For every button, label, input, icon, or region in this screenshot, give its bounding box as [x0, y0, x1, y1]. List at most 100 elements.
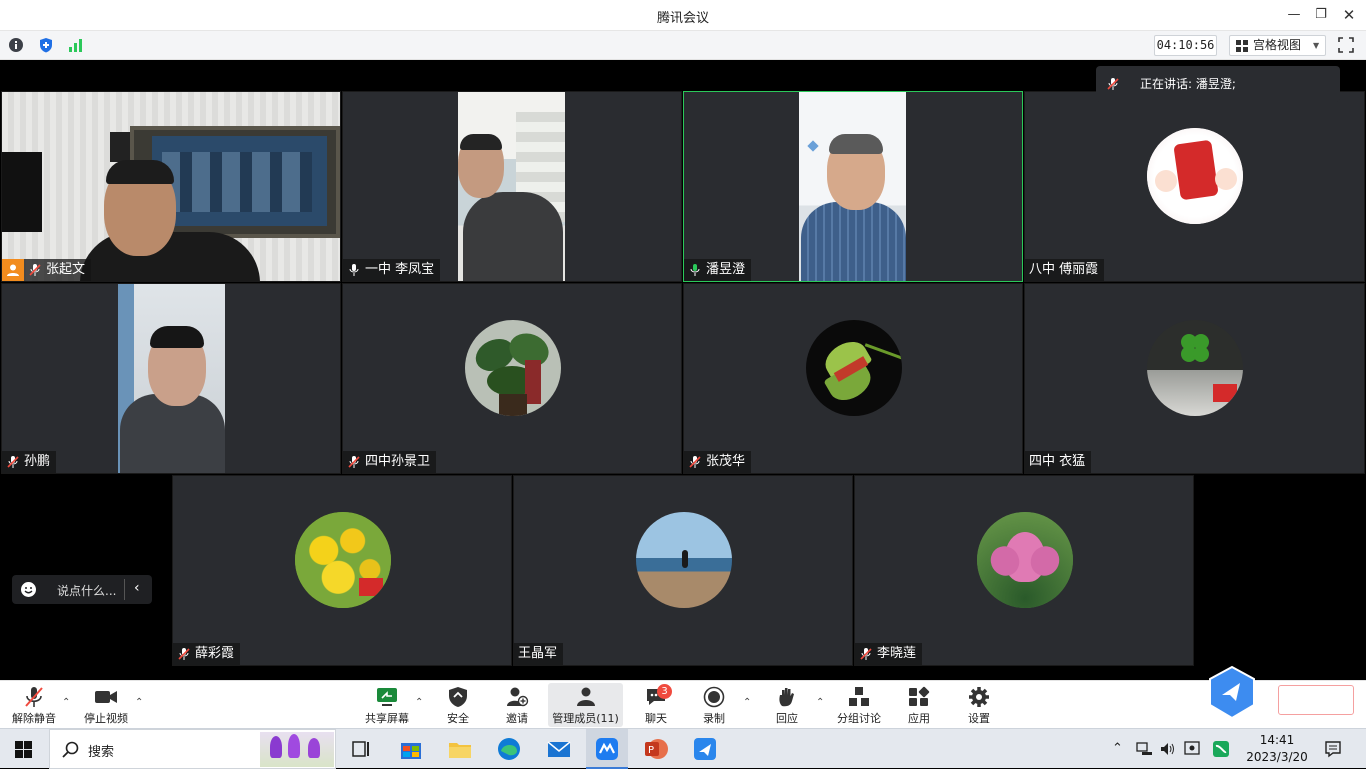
- participant-tile[interactable]: 张起文: [1, 91, 341, 282]
- mic-muted-icon: [178, 648, 190, 660]
- participant-name: 四中 衣猛: [1029, 454, 1086, 469]
- participant-tile[interactable]: 孙鹏: [1, 283, 341, 474]
- volume-icon[interactable]: [1160, 741, 1177, 757]
- participant-name-bar: 一中 李凤宝: [343, 259, 441, 281]
- mail-icon[interactable]: [545, 735, 573, 763]
- end-meeting-button[interactable]: [1278, 685, 1354, 715]
- breakout-button[interactable]: 分组讨论: [834, 683, 884, 727]
- manage-members-button[interactable]: 管理成员(11): [548, 683, 623, 727]
- participant-tile[interactable]: 四中孙景卫: [342, 283, 682, 474]
- fullscreen-icon[interactable]: [1338, 37, 1354, 53]
- chevron-left-icon[interactable]: ‹: [134, 580, 140, 596]
- view-selector[interactable]: 宫格视图 ▼: [1229, 35, 1326, 56]
- taskbar-clock[interactable]: 14:41 2023/3/20: [1244, 732, 1310, 766]
- tencent-bird-icon[interactable]: [1206, 665, 1258, 721]
- edge-browser-icon[interactable]: [495, 735, 523, 763]
- apps-button[interactable]: 应用: [899, 683, 939, 727]
- participant-avatar: [806, 320, 902, 416]
- search-placeholder: 搜索: [88, 745, 115, 760]
- minimize-button[interactable]: —: [1281, 4, 1307, 26]
- clock-time: 14:41: [1259, 733, 1295, 747]
- record-icon: [703, 686, 725, 708]
- taskbar-search[interactable]: 搜索: [49, 729, 336, 769]
- hand-icon: [779, 688, 794, 707]
- chevron-up-icon[interactable]: ⌃: [743, 697, 751, 708]
- react-button[interactable]: 回应: [767, 683, 807, 727]
- participant-tile[interactable]: 八中 傅丽霞: [1024, 91, 1365, 282]
- participant-tile[interactable]: 李晓莲: [854, 475, 1194, 666]
- participant-tile[interactable]: 四中 衣猛: [1024, 283, 1365, 474]
- network-icon[interactable]: [1136, 741, 1153, 757]
- signal-icon[interactable]: [68, 37, 84, 53]
- participant-avatar: [1147, 128, 1243, 224]
- unmute-button[interactable]: 解除静音: [8, 683, 60, 727]
- speaking-indicator: 正在讲话: 潘昱澄;: [1096, 66, 1340, 102]
- participant-tile[interactable]: 薛彩霞: [172, 475, 512, 666]
- participant-name: 孙鹏: [24, 454, 51, 469]
- search-icon: [62, 741, 79, 758]
- chevron-down-icon: ▼: [1313, 41, 1320, 50]
- participant-tile[interactable]: 王晶军: [513, 475, 853, 666]
- apps-icon: [909, 686, 930, 706]
- security-button[interactable]: 安全: [438, 683, 478, 727]
- store-icon[interactable]: [397, 735, 425, 763]
- shield-icon[interactable]: [38, 37, 54, 53]
- participant-tile[interactable]: 张茂华: [683, 283, 1023, 474]
- stop-video-button[interactable]: 停止视频: [80, 683, 132, 727]
- wps-icon[interactable]: [1212, 740, 1230, 758]
- chevron-up-icon[interactable]: ⌃: [1112, 741, 1123, 756]
- share-screen-button[interactable]: 共享屏幕: [362, 683, 412, 727]
- apps-label: 应用: [908, 712, 930, 725]
- record-button[interactable]: 录制: [694, 683, 734, 727]
- host-icon: [2, 259, 24, 281]
- info-icon[interactable]: [8, 37, 24, 53]
- emoji-icon[interactable]: [20, 581, 37, 598]
- close-button[interactable]: ✕: [1336, 4, 1362, 26]
- participant-name-bar: 八中 傅丽霞: [1025, 259, 1105, 281]
- unmute-label: 解除静音: [12, 712, 56, 725]
- participant-avatar: [977, 512, 1073, 608]
- participant-avatar: [465, 320, 561, 416]
- notifications-icon[interactable]: [1324, 740, 1342, 758]
- manage-members-label: 管理成员(11): [552, 712, 619, 725]
- invite-button[interactable]: 邀请: [497, 683, 537, 727]
- mic-muted-icon: [7, 456, 19, 468]
- svg-text:P: P: [648, 745, 654, 756]
- chat-quick-input[interactable]: 说点什么... ‹: [12, 575, 152, 604]
- chevron-up-icon[interactable]: ⌃: [62, 697, 70, 708]
- participant-name: 王晶军: [518, 646, 558, 661]
- chevron-up-icon[interactable]: ⌃: [415, 697, 423, 708]
- mic-active-icon: [690, 264, 700, 276]
- participant-tile[interactable]: 一中 李凤宝: [342, 91, 682, 282]
- view-selector-label: 宫格视图: [1253, 38, 1302, 52]
- participant-avatar: [1147, 320, 1243, 416]
- participant-name-bar: 王晶军: [514, 643, 564, 665]
- file-explorer-icon[interactable]: [446, 735, 474, 763]
- meeting-toolbar: 解除静音 ⌃ 停止视频 ⌃ 共享屏幕 ⌃ 安全 邀请 管理成员(11) 聊天 3…: [0, 665, 1366, 728]
- participant-video: [458, 92, 565, 281]
- participant-name: 薛彩霞: [195, 646, 235, 661]
- flower-decoration: [260, 732, 334, 767]
- mic-muted-icon: [348, 456, 360, 468]
- react-label: 回应: [776, 712, 798, 725]
- task-view-icon[interactable]: [347, 735, 375, 763]
- os-taskbar: 搜索 P ⌃ 14:41 2023/3/20: [0, 728, 1366, 769]
- chat-button[interactable]: 聊天 3: [636, 683, 676, 727]
- powerpoint-icon[interactable]: P: [642, 735, 670, 763]
- chevron-up-icon[interactable]: ⌃: [135, 697, 143, 708]
- gear-icon: [969, 687, 989, 707]
- participant-name-bar: 孙鹏: [2, 451, 57, 473]
- participant-avatar: [295, 512, 391, 608]
- windows-start-icon[interactable]: [15, 741, 32, 758]
- settings-button[interactable]: 设置: [959, 683, 999, 727]
- participant-video: [2, 92, 340, 281]
- chevron-up-icon[interactable]: ⌃: [816, 697, 824, 708]
- participant-name: 一中 李凤宝: [365, 262, 435, 277]
- title-bar: 腾讯会议 — ❐ ✕: [0, 0, 1366, 31]
- add-user-icon: [507, 687, 529, 707]
- participant-tile[interactable]: 潘昱澄: [683, 91, 1023, 282]
- tencent-meeting-taskbar-item[interactable]: [586, 729, 628, 769]
- tencent-bird-taskbar-icon[interactable]: [691, 735, 719, 763]
- security-center-icon[interactable]: [1184, 741, 1201, 757]
- restore-button[interactable]: ❐: [1308, 4, 1334, 26]
